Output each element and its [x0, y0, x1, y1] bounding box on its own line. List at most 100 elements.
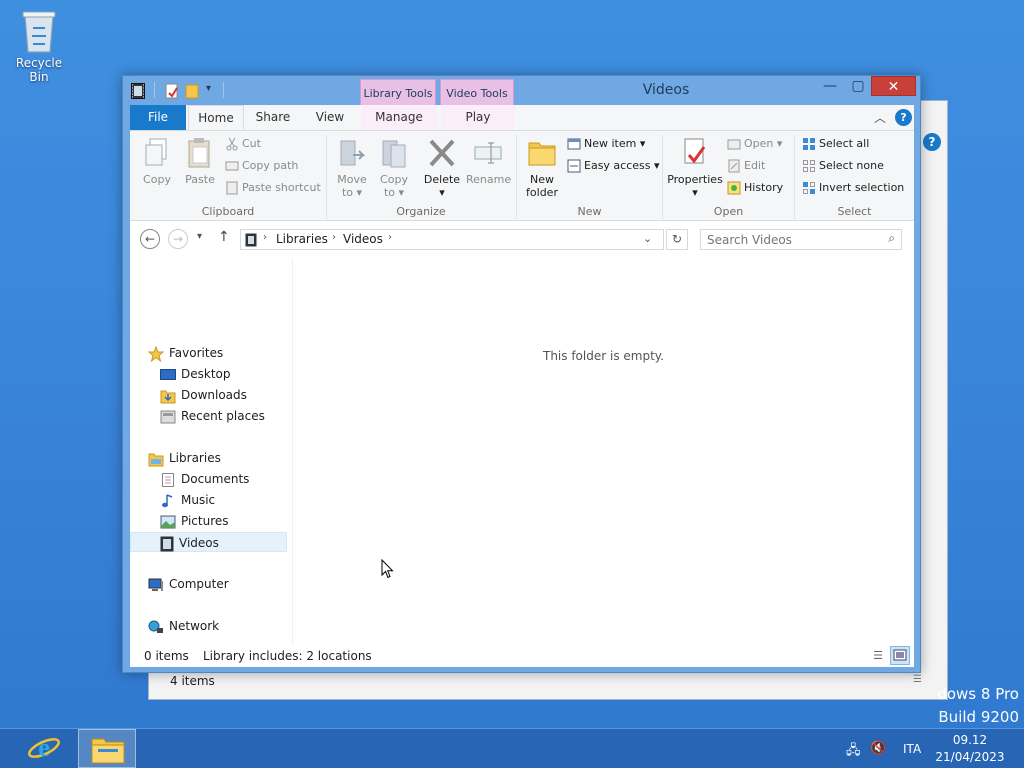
close-button[interactable]: ✕: [871, 76, 916, 96]
new-folder-quick-icon[interactable]: [185, 83, 199, 99]
title-bar[interactable]: ▾ Library Tools Video Tools Videos — ▢ ✕: [123, 76, 920, 106]
breadcrumb-libraries[interactable]: Libraries: [276, 232, 328, 246]
nav-downloads-label: Downloads: [181, 388, 247, 402]
tab-view[interactable]: View: [305, 105, 355, 130]
nav-music-label: Music: [181, 493, 216, 507]
nav-computer[interactable]: Computer: [148, 574, 229, 594]
properties-quick-icon[interactable]: [165, 83, 179, 99]
nav-videos[interactable]: Videos: [130, 532, 287, 552]
search-box[interactable]: ⌕: [700, 229, 902, 250]
nav-favorites[interactable]: Favorites: [147, 343, 223, 363]
clock-date[interactable]: 21/04/2023: [932, 750, 1008, 764]
nav-computer-label: Computer: [169, 577, 229, 591]
search-icon: ⌕: [888, 231, 895, 245]
invert-selection-button[interactable]: Invert selection: [802, 179, 904, 199]
copy-path-button[interactable]: Copy path: [225, 157, 298, 177]
copy-to-button[interactable]: Copy to ▾: [376, 137, 412, 199]
large-icons-view-icon: [893, 649, 907, 661]
nav-recent-places[interactable]: Recent places: [160, 406, 265, 426]
paste-icon: [188, 138, 210, 168]
copy-path-icon: [225, 161, 239, 171]
rename-label: Rename: [466, 173, 512, 186]
paste-button[interactable]: Paste: [180, 137, 220, 186]
star-icon: [147, 345, 165, 362]
new-folder-button[interactable]: New folder: [522, 137, 562, 199]
history-icon: [727, 181, 741, 195]
paste-shortcut-button[interactable]: Paste shortcut: [225, 179, 321, 199]
edit-button[interactable]: Edit: [727, 157, 765, 177]
address-dropdown-icon[interactable]: ⌄: [643, 232, 652, 245]
minimize-button[interactable]: —: [815, 76, 845, 96]
recycle-bin-desktop-icon[interactable]: Recycle Bin: [6, 6, 72, 84]
new-item-button[interactable]: New item ▾: [567, 135, 645, 155]
breadcrumb-videos[interactable]: Videos: [343, 232, 383, 246]
tab-file[interactable]: File: [130, 105, 186, 130]
library-locations-info: Library includes: 2 locations: [203, 649, 372, 663]
copy-button[interactable]: Copy: [138, 137, 176, 186]
volume-muted-icon[interactable]: 🔇: [870, 741, 886, 756]
copy-to-label-2: to: [383, 186, 395, 199]
select-none-button[interactable]: Select none: [802, 157, 884, 177]
help-icon[interactable]: ?: [895, 109, 912, 126]
select-none-label: Select none: [819, 159, 884, 172]
recent-locations-dropdown[interactable]: ▾: [197, 231, 202, 242]
nav-downloads[interactable]: Downloads: [160, 385, 247, 405]
video-library-icon: [245, 233, 257, 247]
nav-pictures[interactable]: Pictures: [160, 511, 229, 531]
nav-desktop[interactable]: Desktop: [160, 364, 231, 384]
file-list[interactable]: This folder is empty.: [293, 258, 914, 645]
open-button[interactable]: Open ▾: [727, 135, 782, 155]
status-bar: 0 items Library includes: 2 locations ☰: [130, 645, 914, 667]
network-icon: [148, 620, 163, 633]
tab-share[interactable]: Share: [248, 105, 298, 130]
quick-access-dropdown-icon[interactable]: ▾: [206, 83, 211, 94]
large-icons-view-button[interactable]: [890, 646, 910, 665]
delete-button[interactable]: Delete ▾: [422, 137, 462, 199]
internet-explorer-taskbar-button[interactable]: e: [26, 731, 66, 767]
select-all-button[interactable]: Select all: [802, 135, 869, 155]
nav-libraries[interactable]: Libraries: [148, 448, 221, 468]
copy-to-icon: [382, 140, 406, 168]
item-count: 0 items: [144, 649, 189, 663]
nav-pictures-label: Pictures: [181, 514, 229, 528]
cut-button[interactable]: Cut: [225, 135, 261, 155]
copy-label: Copy: [143, 173, 171, 186]
network-status-icon[interactable]: 🖧: [846, 741, 861, 763]
invert-selection-icon: [803, 182, 815, 194]
tab-home[interactable]: Home: [188, 105, 244, 130]
up-button[interactable]: ↑: [218, 229, 230, 245]
nav-documents[interactable]: Documents: [160, 469, 249, 489]
tab-manage[interactable]: Manage: [361, 105, 437, 130]
desktop-icon: [160, 368, 176, 380]
new-folder-label-2: folder: [526, 186, 558, 199]
back-button[interactable]: ←: [140, 229, 160, 249]
ribbon-tab-bar: File Home Share View Manage Play ︿ ?: [130, 105, 914, 131]
refresh-icon[interactable]: ↻: [666, 229, 688, 250]
breadcrumb-chevron-icon: ›: [263, 232, 267, 243]
delete-x-icon: [429, 139, 455, 167]
move-to-button[interactable]: Move to ▾: [334, 137, 370, 199]
nav-network[interactable]: Network: [148, 616, 219, 636]
details-view-button[interactable]: ☰: [869, 647, 887, 664]
properties-button[interactable]: Properties ▾: [666, 137, 724, 199]
tab-play[interactable]: Play: [441, 105, 515, 130]
svg-text:e: e: [38, 733, 50, 762]
windows-edition-text: dows 8 Pro: [937, 685, 1019, 703]
nav-documents-label: Documents: [181, 472, 250, 486]
search-input[interactable]: [707, 232, 877, 247]
address-bar[interactable]: › Libraries › Videos › ⌄: [240, 229, 664, 250]
file-explorer-taskbar-button[interactable]: [78, 729, 136, 768]
nav-libraries-label: Libraries: [169, 451, 221, 465]
nav-music[interactable]: Music: [160, 490, 215, 510]
select-all-label: Select all: [819, 137, 870, 150]
rename-button[interactable]: Rename: [466, 137, 512, 186]
forward-button[interactable]: →: [168, 229, 188, 249]
easy-access-button[interactable]: Easy access ▾: [567, 157, 660, 177]
move-to-icon: [340, 140, 366, 166]
input-language-indicator[interactable]: ITA: [903, 742, 921, 756]
mouse-cursor-icon: [381, 559, 394, 579]
collapse-ribbon-icon[interactable]: ︿: [874, 109, 886, 126]
clock-time[interactable]: 09.12: [932, 733, 1008, 747]
maximize-button[interactable]: ▢: [843, 76, 873, 96]
history-button[interactable]: History: [727, 179, 783, 199]
